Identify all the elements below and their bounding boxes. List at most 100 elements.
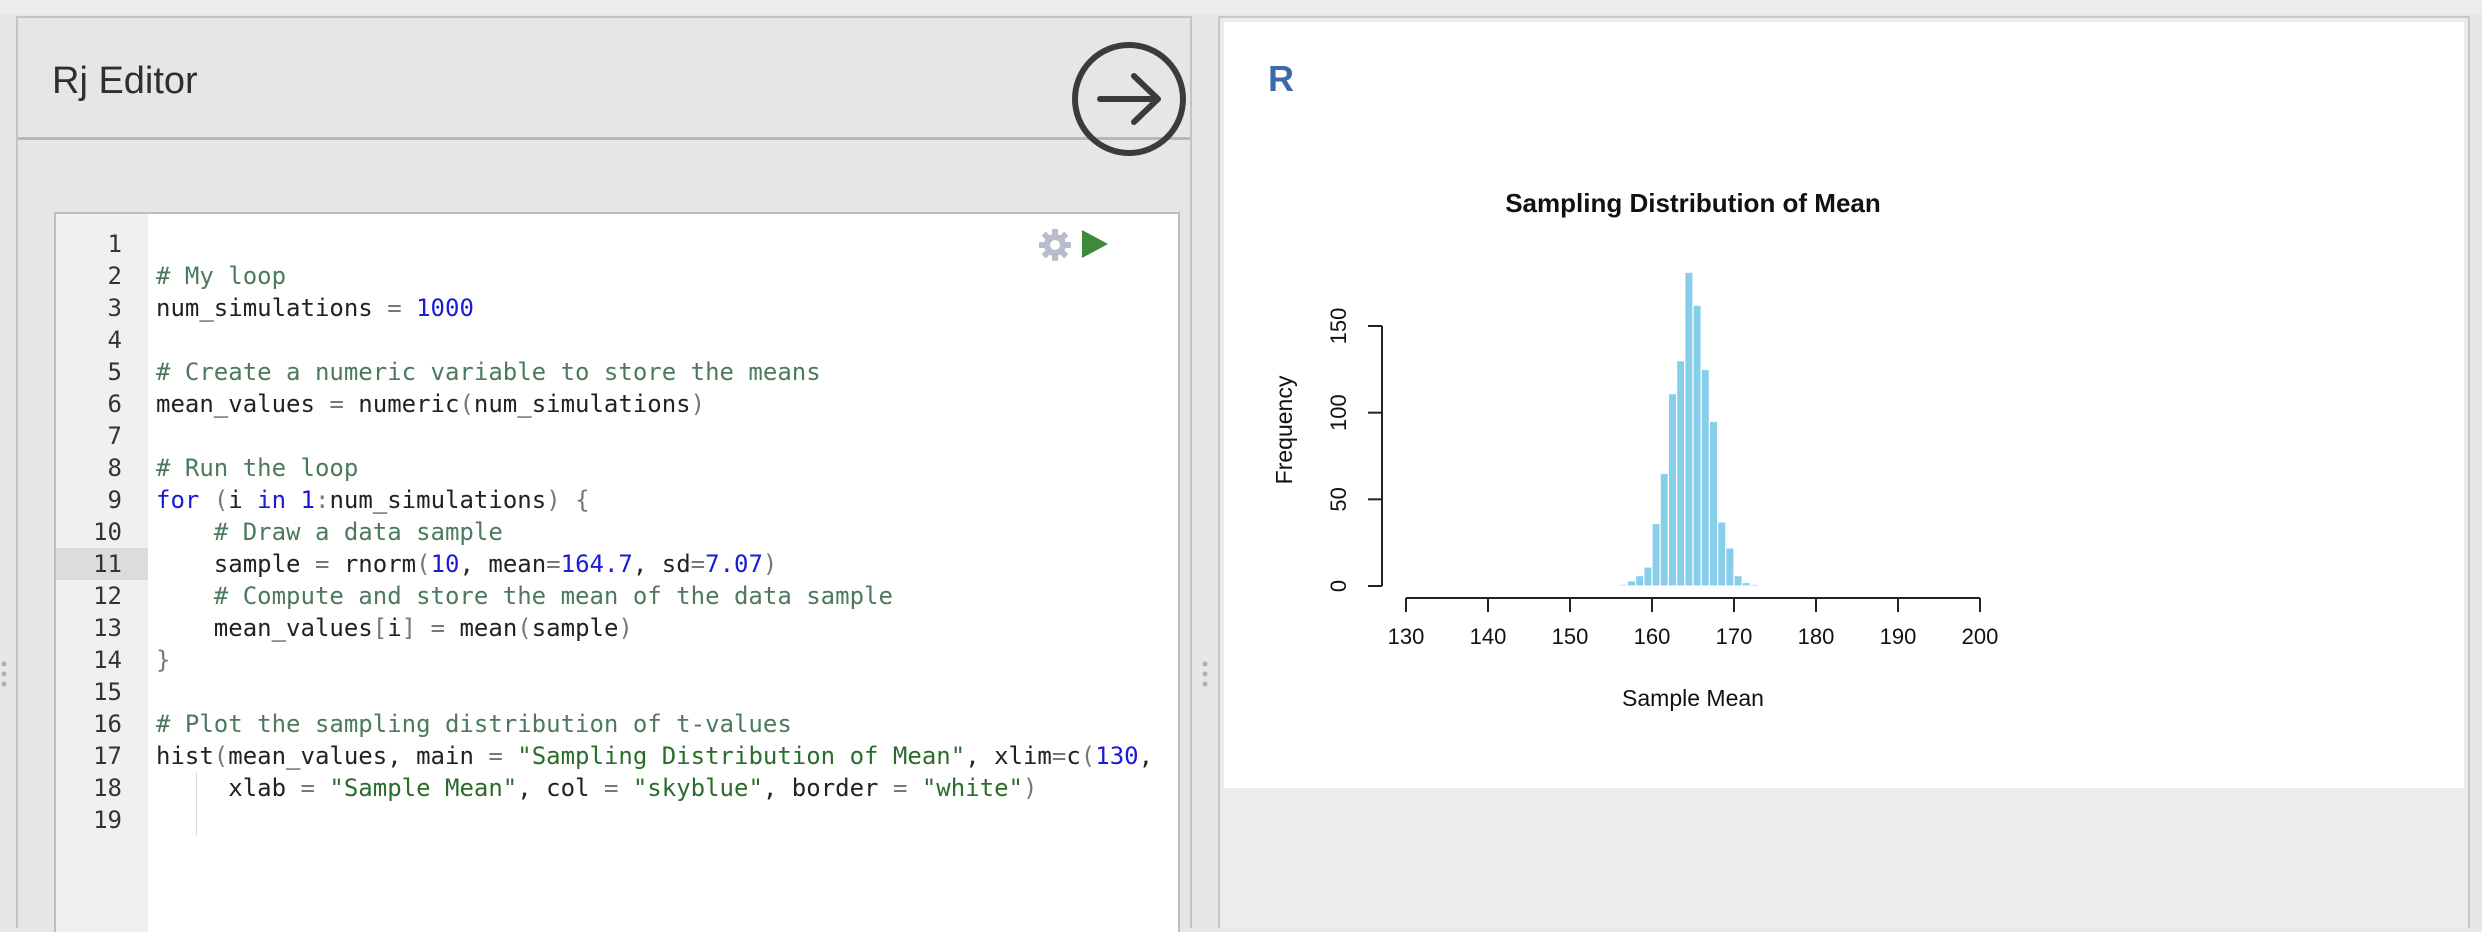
histogram-bar xyxy=(1733,574,1743,587)
token-op: ) xyxy=(618,614,633,642)
token-num: 130 xyxy=(1095,742,1139,770)
token: num_simulations xyxy=(156,294,388,322)
token-op: = xyxy=(690,550,706,578)
token-num: 7.07 xyxy=(705,550,763,578)
token-op: = xyxy=(300,774,315,802)
token-op: : xyxy=(314,486,330,514)
line-number: 8 xyxy=(107,454,122,482)
code-line[interactable]: 19 xyxy=(56,804,1178,836)
code-line[interactable]: 10 # Draw a data sample xyxy=(56,516,1178,548)
splitter-handle-left[interactable] xyxy=(1,660,7,688)
token-op: ( xyxy=(459,390,474,418)
code-line[interactable]: 2 # My loop xyxy=(56,260,1178,292)
code-line[interactable]: 7 xyxy=(56,420,1178,452)
code-text: for (i in 1:num_simulations) { xyxy=(156,484,590,516)
line-number: 15 xyxy=(93,678,122,706)
histogram-bar xyxy=(1626,580,1637,587)
x-tick-label: 130 xyxy=(1388,624,1425,649)
code-line[interactable]: 4 xyxy=(56,324,1178,356)
code-line[interactable]: 11 sample = rnorm(10, mean=164.7, sd=7.0… xyxy=(56,548,1178,580)
token: xlab xyxy=(156,774,301,802)
code-line[interactable]: 5 # Create a numeric variable to store th… xyxy=(56,356,1178,388)
panel-title: Rj Editor xyxy=(52,60,198,102)
line-number: 12 xyxy=(93,582,122,610)
x-tick-label: 160 xyxy=(1634,624,1671,649)
histogram-bar xyxy=(1643,566,1653,587)
line-number: 13 xyxy=(93,614,122,642)
arrow-right-circle-icon[interactable] xyxy=(1070,40,1188,158)
code-line[interactable]: 16 # Plot the sampling distribution of t-… xyxy=(56,708,1178,740)
token-op: ] xyxy=(401,614,417,642)
play-icon[interactable] xyxy=(1080,228,1110,260)
histogram-bar xyxy=(1684,271,1694,587)
token-op: = xyxy=(603,774,619,802)
y-axis-label: Frequency xyxy=(1271,375,1297,484)
token-op: = xyxy=(329,390,344,418)
y-tick-label: 150 xyxy=(1326,308,1351,345)
rj-editor-panel: Rj Editor 1 2 # My loop 3 num_simulations = … xyxy=(16,16,1192,932)
token: sample xyxy=(531,614,619,642)
token-num: 1 xyxy=(300,486,315,514)
gear-icon[interactable] xyxy=(1038,228,1072,262)
token: mean_values xyxy=(156,614,373,642)
code-line[interactable]: 18 xlab = "Sample Mean", col = "skyblue"… xyxy=(56,772,1178,804)
token-comment: # My loop xyxy=(156,262,287,290)
histogram-bar xyxy=(1667,393,1678,587)
histogram-bar xyxy=(1676,360,1686,587)
token-op: = xyxy=(1051,742,1067,770)
token: num_simulations xyxy=(473,390,691,418)
token-comment: # Compute and store the mean of the data… xyxy=(213,582,893,610)
token-comment: # Plot the sampling distribution of t-va… xyxy=(156,710,792,738)
code-text: sample = rnorm(10, mean=164.7, sd=7.07) xyxy=(156,548,778,580)
code-text: # Run the loop xyxy=(156,452,358,484)
token-op: = xyxy=(546,550,561,578)
code-line[interactable]: 15 xyxy=(56,676,1178,708)
histogram-bar xyxy=(1725,547,1735,587)
code-text: xlab = "Sample Mean", col = "skyblue", b… xyxy=(156,772,1037,804)
code-text: # Draw a data sample xyxy=(156,516,503,548)
code-line[interactable]: 1 xyxy=(56,228,1178,260)
token-op: ( xyxy=(517,614,532,642)
code-text: mean_values = numeric(num_simulations) xyxy=(156,388,705,420)
x-tick-label: 170 xyxy=(1716,624,1753,649)
splitter-handle-center[interactable] xyxy=(1202,660,1208,688)
code-line[interactable]: 8 # Run the loop xyxy=(56,452,1178,484)
code-line[interactable]: 17 hist(mean_values, main = "Sampling Dis… xyxy=(56,740,1178,772)
token: rnorm xyxy=(329,550,417,578)
token-comment: # Run the loop xyxy=(156,454,359,482)
token: , col xyxy=(517,774,604,802)
histogram-bar xyxy=(1741,581,1752,587)
top-strip xyxy=(0,0,2482,14)
token-str: "white" xyxy=(921,774,1024,802)
code-line[interactable]: 12 # Compute and store the mean of the d… xyxy=(56,580,1178,612)
token-op: ( xyxy=(1080,742,1096,770)
code-editor[interactable]: 1 2 # My loop 3 num_simulations = 1000 4 5 # Cr… xyxy=(54,212,1180,932)
token: , sd xyxy=(632,550,691,578)
token: c xyxy=(1066,742,1081,770)
token: i xyxy=(387,614,402,642)
histogram-bar xyxy=(1749,583,1760,587)
x-tick-label: 150 xyxy=(1552,624,1589,649)
code-line[interactable]: 3 num_simulations = 1000 xyxy=(56,292,1178,324)
code-line[interactable]: 14} xyxy=(56,644,1178,676)
token-op: ( xyxy=(213,742,229,770)
y-tick-label: 50 xyxy=(1326,487,1351,511)
line-number: 19 xyxy=(93,806,122,834)
token-kw: for xyxy=(156,486,200,514)
code-line[interactable]: 9 for (i in 1:num_simulations) { xyxy=(56,484,1178,516)
x-tick-label: 200 xyxy=(1962,624,1999,649)
x-tick-label: 190 xyxy=(1880,624,1917,649)
code-line[interactable]: 13 mean_values[i] = mean(sample) xyxy=(56,612,1178,644)
histogram-bar xyxy=(1651,523,1661,587)
line-number: 18 xyxy=(93,774,122,802)
code-text: mean_values[i] = mean(sample) xyxy=(156,612,633,644)
token-op: [ xyxy=(372,614,388,642)
histogram-bar xyxy=(1618,583,1629,587)
code-line[interactable]: 6 mean_values = numeric(num_simulations) xyxy=(56,388,1178,420)
token-op: = xyxy=(314,550,330,578)
